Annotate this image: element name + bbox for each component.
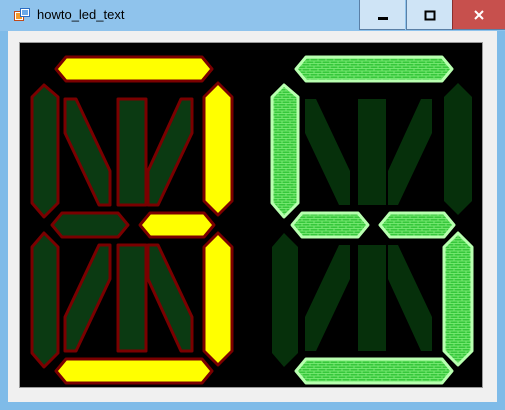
segment-diag-lr-off <box>388 245 432 351</box>
segment-middle-vert-lower-off <box>358 245 386 351</box>
segment-diag-ur-off <box>146 97 194 207</box>
segment-bottom-on <box>54 357 214 385</box>
segment-diag-ll-off <box>305 245 350 351</box>
close-button[interactable] <box>452 0 505 30</box>
title-bar[interactable]: howto_led_text <box>0 0 505 31</box>
maximize-icon <box>424 10 435 20</box>
segment-diag-ul-off <box>305 99 350 205</box>
app-icon <box>14 8 30 21</box>
window-title: howto_led_text <box>37 7 125 22</box>
segment-middle-left-off <box>50 211 130 239</box>
segment-lower-right-on <box>442 231 474 367</box>
segment-upper-left-off <box>30 83 60 219</box>
led-display <box>19 42 483 388</box>
close-icon <box>474 9 484 20</box>
segment-diag-ur-off <box>388 99 432 205</box>
minimize-icon <box>377 16 388 20</box>
segment-middle-vert-upper-off <box>358 99 386 205</box>
segment-top-on <box>294 55 454 83</box>
segment-middle-vert-lower-off <box>116 243 148 353</box>
segment-upper-right-off <box>444 83 472 215</box>
maximize-button[interactable] <box>406 0 452 30</box>
segment-lower-left-off <box>30 231 60 369</box>
led-digit-2 <box>270 55 474 385</box>
minimize-button[interactable] <box>359 0 405 30</box>
segment-lower-right-on <box>202 231 234 367</box>
segment-middle-left-on <box>290 211 370 239</box>
segment-upper-right-on <box>202 81 234 217</box>
segment-bottom-on <box>294 357 454 385</box>
segment-middle-right-on <box>138 211 216 239</box>
segment-lower-left-off <box>272 233 298 367</box>
segment-middle-vert-upper-off <box>116 97 148 207</box>
segment-diag-ul-off <box>63 97 112 207</box>
segment-diag-lr-off <box>146 243 194 353</box>
app-window: howto_led_text <box>0 0 505 410</box>
led-digit-1 <box>30 55 234 385</box>
segment-top-on <box>54 55 214 83</box>
led-canvas <box>30 55 474 385</box>
segment-upper-left-on <box>270 83 300 219</box>
segment-diag-ll-off <box>63 243 112 353</box>
segment-middle-right-on <box>378 211 456 239</box>
